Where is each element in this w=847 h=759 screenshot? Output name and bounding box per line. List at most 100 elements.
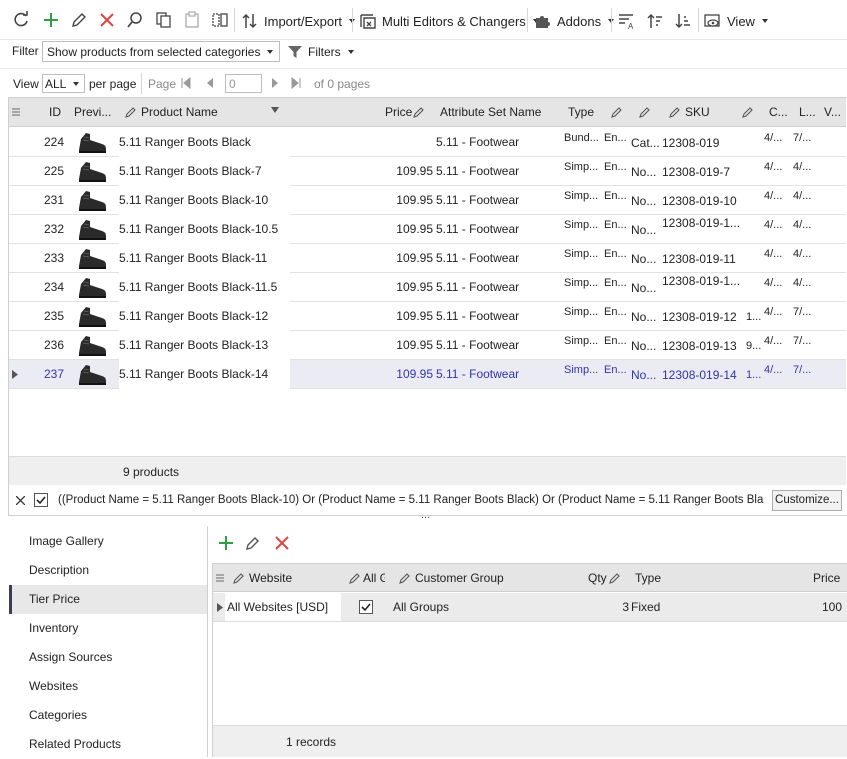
col-id[interactable]: ID (49, 98, 61, 127)
side-menu-item[interactable]: Tier Price (9, 585, 207, 614)
cell-id[interactable]: 237 (29, 360, 64, 389)
cell-id[interactable]: 236 (29, 331, 64, 360)
filter-enable-checkbox[interactable] (34, 493, 48, 507)
cell-sku[interactable]: 12308-019-1... (662, 267, 740, 296)
side-menu-item[interactable]: Categories (9, 701, 207, 730)
side-menu-item[interactable]: Websites (9, 672, 207, 701)
cell-status[interactable]: En... (604, 187, 626, 216)
cell-updated-date[interactable]: 7/... (793, 332, 815, 361)
tier-add-icon[interactable] (218, 535, 234, 551)
cell-attribute-set[interactable]: 5.11 - Footwear (436, 244, 561, 273)
cell-attribute-set[interactable]: 5.11 - Footwear (436, 186, 561, 215)
cell-id[interactable]: 234 (29, 273, 64, 302)
category-filter-select[interactable]: Show products from selected categories (42, 41, 280, 62)
cell-attribute-set[interactable]: 5.11 - Footwear (436, 128, 561, 157)
cell-product-name[interactable]: 5.11 Ranger Boots Black-10 (119, 186, 290, 215)
cell-status[interactable]: En... (604, 303, 626, 332)
cell-status[interactable]: En... (604, 158, 626, 187)
col-sku[interactable]: SKU (685, 98, 710, 127)
cell-type[interactable]: Simp... (564, 361, 600, 390)
col-type[interactable]: Type (568, 98, 594, 127)
cell-id[interactable]: 235 (29, 302, 64, 331)
paste-icon[interactable] (183, 11, 201, 29)
cell-type[interactable]: Simp... (564, 158, 600, 187)
cell-attribute-set[interactable]: 5.11 - Footwear (436, 215, 561, 244)
cell-sku[interactable]: 12308-019-14 (662, 361, 740, 390)
copy-icon[interactable] (155, 11, 173, 29)
cell-created-date[interactable]: 4/... (764, 332, 786, 361)
cell-id[interactable]: 231 (29, 186, 64, 215)
cell-visibility[interactable]: Cat... (631, 129, 659, 158)
addons-button[interactable]: Addons (534, 8, 615, 34)
filters-button[interactable]: Filters (287, 42, 354, 62)
cell-price[interactable]: 109.95 (379, 215, 433, 244)
cell-price[interactable]: 109.95 (379, 186, 433, 215)
cell-type[interactable]: Simp... (564, 274, 600, 303)
cell-status[interactable]: En... (604, 245, 626, 274)
cell-created-date[interactable]: 4/... (764, 129, 786, 158)
cell-visibility[interactable]: No... (631, 303, 659, 332)
cell-product-name[interactable]: 5.11 Ranger Boots Black-10.5 (119, 215, 290, 244)
cell-updated-date[interactable]: 4/... (793, 216, 815, 245)
cell-sku[interactable]: 12308-019-13 (662, 332, 740, 361)
cell-attribute-set[interactable]: 5.11 - Footwear (436, 331, 561, 360)
page-size-select[interactable]: ALL (42, 74, 85, 93)
tier-col-qty[interactable]: Qty (588, 564, 607, 592)
col-product-name[interactable]: Product Name (141, 98, 218, 127)
cell-visibility[interactable]: No... (631, 187, 659, 216)
cell-attribute-set[interactable]: 5.11 - Footwear (436, 273, 561, 302)
cell-created-date[interactable]: 4/... (764, 274, 786, 303)
cell-visibility[interactable]: No... (631, 361, 659, 390)
search-icon[interactable] (126, 11, 144, 29)
tier-row[interactable]: All Websites [USD] All Groups 3 Fixed 10… (213, 593, 847, 622)
refresh-icon[interactable] (12, 11, 30, 29)
cell-created-date[interactable]: 4/... (764, 245, 786, 274)
cell-type[interactable]: Simp... (564, 303, 600, 332)
tier-delete-icon[interactable] (274, 535, 290, 551)
cell-updated-date[interactable]: 4/... (793, 187, 815, 216)
col-c[interactable]: C... (769, 98, 788, 127)
cell-visibility[interactable]: No... (631, 332, 659, 361)
cell-price[interactable]: 109.95 (379, 244, 433, 273)
sort-az-icon[interactable]: A (618, 12, 636, 30)
cell-product-name[interactable]: 5.11 Ranger Boots Black-11 (119, 244, 290, 273)
cell-extra[interactable]: 1... (746, 366, 764, 395)
cell-sku[interactable]: 12308-019-1... (662, 209, 740, 238)
side-menu-item[interactable]: Related Products (9, 730, 207, 759)
col-preview[interactable]: Previ... (74, 98, 111, 127)
table-row[interactable]: 236 5.11 Ranger Boots Black-13 109.95 5.11 … (9, 331, 846, 360)
cell-type[interactable]: Bund... (564, 129, 600, 158)
tier-col-type[interactable]: Type (635, 564, 661, 592)
add-icon[interactable] (42, 11, 60, 29)
table-row[interactable]: 224 5.11 Ranger Boots Black 5.11 - Footwea… (9, 128, 846, 157)
tier-edit-pencil-icon[interactable] (245, 535, 261, 551)
cell-type[interactable]: Simp... (564, 216, 600, 245)
cell-attribute-set[interactable]: 5.11 - Footwear (436, 360, 561, 389)
col-attribute-set[interactable]: Attribute Set Name (440, 98, 541, 127)
cell-updated-date[interactable]: 4/... (793, 158, 815, 187)
cell-id[interactable]: 232 (29, 215, 64, 244)
cell-visibility[interactable]: No... (631, 158, 659, 187)
cell-id[interactable]: 233 (29, 244, 64, 273)
cell-sku[interactable]: 12308-019-12 (662, 303, 740, 332)
customize-button[interactable]: Customize... (772, 490, 842, 511)
cell-product-name[interactable]: 5.11 Ranger Boots Black-7 (119, 157, 290, 186)
cell-price[interactable] (379, 128, 433, 157)
table-row[interactable]: 237 5.11 Ranger Boots Black-14 109.95 5.11 … (9, 360, 846, 389)
col-price[interactable]: Price (385, 98, 412, 127)
cell-updated-date[interactable]: 4/... (793, 274, 815, 303)
side-menu-item[interactable]: Assign Sources (9, 643, 207, 672)
splitter-handle[interactable]: ... (421, 509, 430, 521)
cell-id[interactable]: 225 (29, 157, 64, 186)
cell-product-name[interactable]: 5.11 Ranger Boots Black (119, 128, 290, 157)
cell-type[interactable]: Simp... (564, 187, 600, 216)
table-row[interactable]: 232 5.11 Ranger Boots Black-10.5 109.95 5.1… (9, 215, 846, 244)
tier-col-all-groups[interactable]: All G (363, 564, 385, 592)
cell-visibility[interactable]: No... (631, 216, 659, 245)
cell-visibility[interactable]: No... (631, 274, 659, 303)
cell-product-name[interactable]: 5.11 Ranger Boots Black-12 (119, 302, 290, 331)
cell-id[interactable]: 224 (29, 128, 64, 157)
first-page-icon[interactable] (180, 77, 192, 89)
cell-created-date[interactable]: 4/... (764, 187, 786, 216)
cell-type[interactable]: Simp... (564, 332, 600, 361)
